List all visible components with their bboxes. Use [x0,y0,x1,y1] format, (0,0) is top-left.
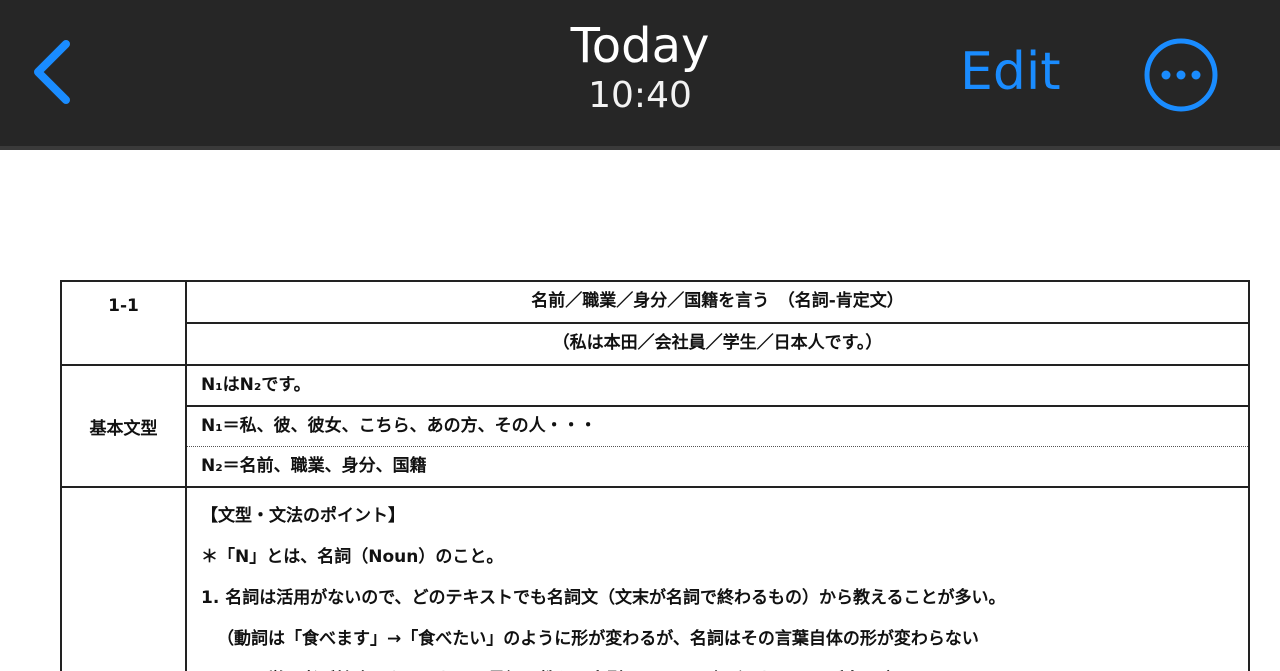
points-label-cell [60,486,187,671]
nav-subtitle-time: 10:40 [588,75,692,116]
lesson-title: 名前／職業／身分／国籍を言う （名詞-肯定文） [185,280,1250,324]
chevron-left-icon [34,40,70,104]
point-line: ので、学習者が勉強しやすいため、最初に教える文型として取り上げられることが多い。… [201,660,1234,671]
ellipsis-circle-icon [1144,38,1218,112]
point-line: 1. 名詞は活用がないので、どのテキストでも名詞文（文末が名詞で終わるもの）から… [201,588,1006,608]
pattern-row: N₁はN₂です。 [185,364,1250,407]
lesson-example: （私は本田／会社員／学生／日本人です。） [185,322,1250,366]
lesson-id: 1-1 [108,296,139,316]
document-image: 1-1 名前／職業／身分／国籍を言う （名詞-肯定文） （私は本田／会社員／学生… [0,150,1280,671]
grammar-points-cell: 【文型・文法のポイント】 ＊「N」とは、名詞（Noun）のこと。 1. 名詞は活… [185,486,1250,671]
points-heading: 【文型・文法のポイント】 [201,506,405,526]
grammar-table: 1-1 名前／職業／身分／国籍を言う （名詞-肯定文） （私は本田／会社員／学生… [60,280,1250,671]
nav-title: Today [570,18,710,74]
back-button[interactable] [22,30,92,114]
pattern-row: N₁＝私、彼、彼女、こちら、あの方、その人・・・ [185,405,1250,447]
navigation-bar: Today 10:40 Edit [0,0,1280,150]
lesson-id-cell: 1-1 [60,280,187,366]
basic-pattern-label: 基本文型 [89,418,158,439]
basic-pattern-label-cell: 基本文型 [60,364,187,488]
edit-button[interactable]: Edit [960,40,1061,104]
title-group: Today 10:40 [440,18,840,118]
more-options-button[interactable] [1142,36,1220,114]
point-line: ＊「N」とは、名詞（Noun）のこと。 [201,547,504,567]
pattern-row: N₂＝名前、職業、身分、国籍 [185,446,1250,488]
point-line: （動詞は「食べます」→「食べたい」のように形が変わるが、名詞はその言葉自体の形が… [217,629,979,649]
